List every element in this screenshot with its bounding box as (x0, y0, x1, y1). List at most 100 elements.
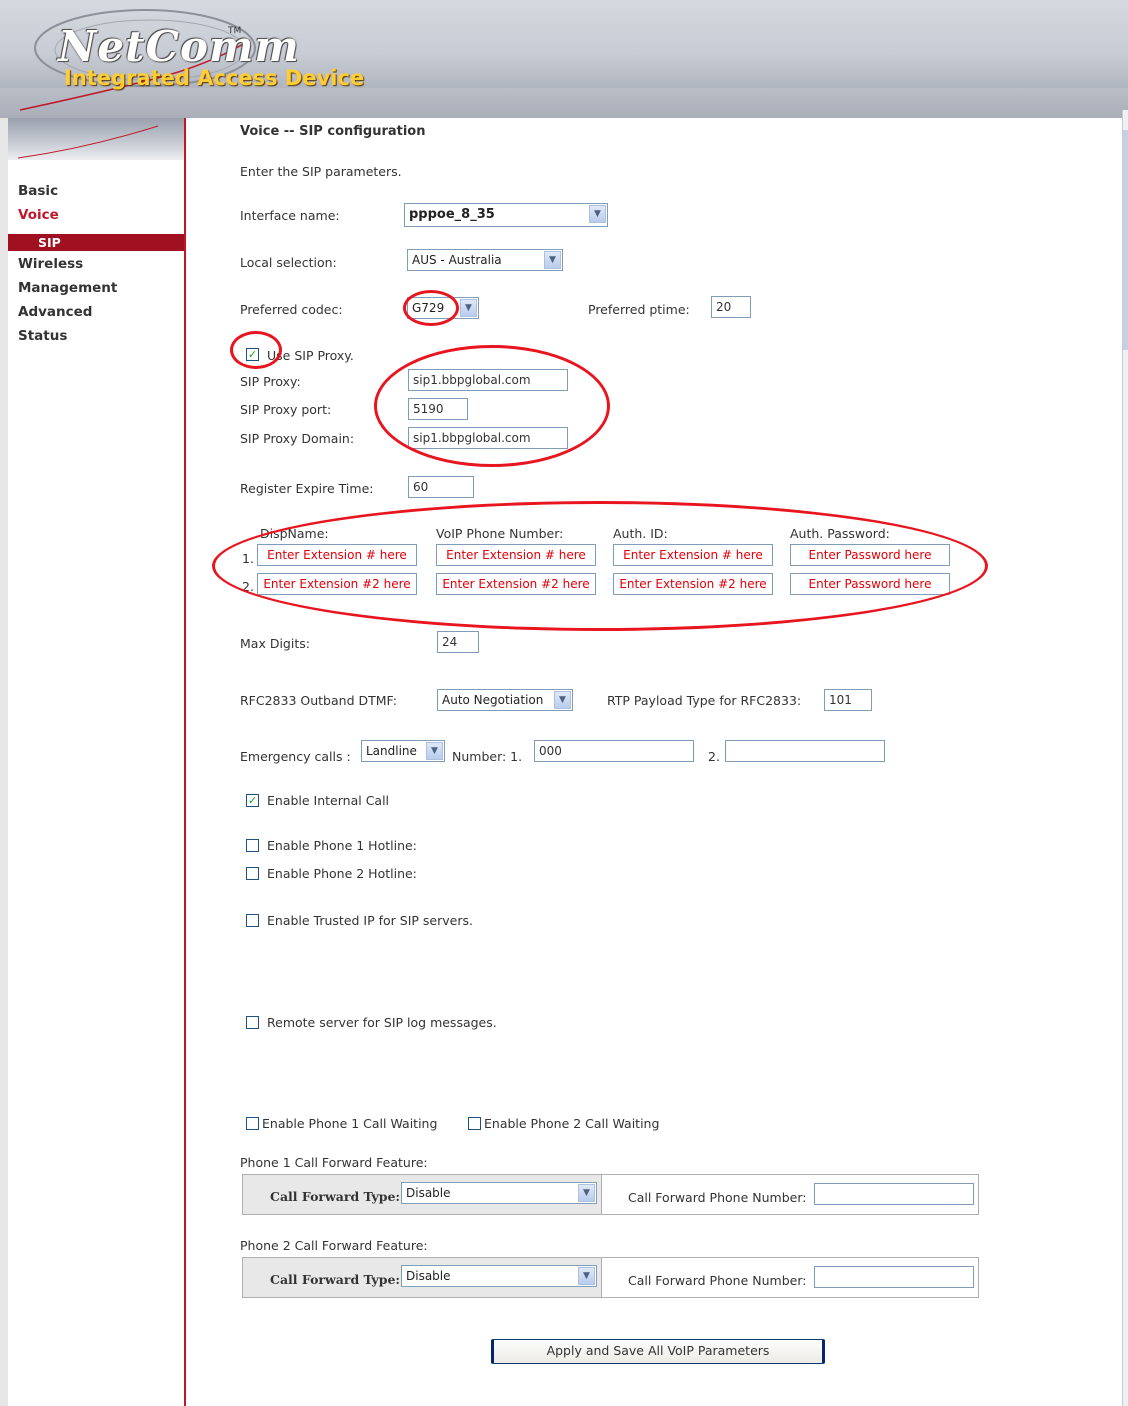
forward-1-panel: Call Forward Type: Disable ▼ Call Forwar… (242, 1174, 979, 1215)
call-waiting-2-checkbox[interactable] (468, 1117, 481, 1130)
interface-select[interactable]: pppoe_8_35 ▼ (404, 203, 608, 227)
page-title: Voice -- SIP configuration (240, 124, 426, 139)
locale-label: Local selection: (240, 255, 337, 270)
auth-id-input-2[interactable]: Enter Extension #2 here (613, 573, 773, 595)
row-number: 2. (242, 579, 254, 594)
emergency-number-2-label: 2. (708, 749, 720, 764)
sidebar-item-management[interactable]: Management (18, 280, 117, 296)
proxy-port-input[interactable]: 5190 (408, 398, 468, 420)
emergency-number-label: Number: 1. (452, 749, 523, 764)
product-title: Integrated Access Device (64, 66, 365, 90)
forward-2-number-label: Call Forward Phone Number: (628, 1273, 807, 1288)
chevron-down-icon: ▼ (578, 1184, 595, 1202)
hotline-1-label: Enable Phone 1 Hotline: (267, 838, 417, 853)
emergency-type-value: Landline (366, 744, 417, 758)
netcomm-logo: NetComm (58, 22, 300, 71)
password-input-2[interactable]: Enter Password here (790, 573, 950, 595)
forward-2-panel: Call Forward Type: Disable ▼ Call Forwar… (242, 1257, 979, 1298)
forward-2-type-label: Call Forward Type: (270, 1272, 401, 1287)
password-input-1[interactable]: Enter Password here (790, 544, 950, 566)
dispname-input-2[interactable]: Enter Extension #2 here (257, 573, 417, 595)
internal-call-label: Enable Internal Call (267, 793, 390, 808)
annotation-circle-accounts (212, 501, 988, 631)
call-waiting-1-checkbox[interactable] (246, 1117, 259, 1130)
ptime-label: Preferred ptime: (588, 302, 690, 317)
use-proxy-checkbox[interactable]: ✓ (246, 348, 259, 361)
proxy-domain-input[interactable]: sip1.bbpglobal.com (408, 427, 568, 449)
sidebar-item-basic[interactable]: Basic (18, 183, 58, 199)
forward-1-number-label: Call Forward Phone Number: (628, 1190, 807, 1205)
chevron-down-icon: ▼ (460, 299, 477, 317)
proxy-label: SIP Proxy: (240, 374, 301, 389)
forward-2-number-input[interactable] (814, 1266, 974, 1288)
auth-id-input-1[interactable]: Enter Extension # here (613, 544, 773, 566)
interface-label: Interface name: (240, 208, 340, 223)
max-digits-label: Max Digits: (240, 636, 310, 651)
col-header-auth-id: Auth. ID: (613, 526, 668, 541)
forward-1-number-cell: Call Forward Phone Number: (602, 1175, 978, 1214)
chevron-down-icon: ▼ (578, 1267, 595, 1285)
forward-2-type-value: Disable (406, 1269, 451, 1283)
sidebar-header-art (8, 118, 184, 160)
dispname-input-1[interactable]: Enter Extension # here (257, 544, 417, 566)
dtmf-label: RFC2833 Outband DTMF: (240, 693, 397, 708)
trusted-ip-label: Enable Trusted IP for SIP servers. (267, 913, 473, 928)
sidebar-item-sip[interactable]: SIP (8, 234, 184, 251)
page-scrollbar[interactable] (1122, 110, 1128, 1406)
use-proxy-label: Use SIP Proxy. (267, 348, 354, 363)
forward-2-type-select[interactable]: Disable ▼ (401, 1265, 597, 1287)
codec-label: Preferred codec: (240, 302, 343, 317)
apply-save-button[interactable]: Apply and Save All VoIP Parameters (491, 1339, 825, 1364)
expire-label: Register Expire Time: (240, 481, 374, 496)
proxy-input[interactable]: sip1.bbpglobal.com (408, 369, 568, 391)
col-header-phone: VoIP Phone Number: (436, 526, 564, 541)
sidebar-item-wireless[interactable]: Wireless (18, 256, 83, 272)
trusted-ip-checkbox[interactable] (246, 914, 259, 927)
max-digits-input[interactable]: 24 (437, 631, 479, 653)
col-header-password: Auth. Password: (790, 526, 890, 541)
emergency-type-select[interactable]: Landline ▼ (361, 740, 445, 762)
call-waiting-1-label: Enable Phone 1 Call Waiting (262, 1116, 438, 1131)
row-number: 1. (242, 551, 254, 566)
phone-number-input-2[interactable]: Enter Extension #2 here (436, 573, 596, 595)
sidebar-item-voice[interactable]: Voice (18, 207, 59, 223)
codec-select[interactable]: G729 ▼ (407, 297, 479, 319)
dtmf-select[interactable]: Auto Negotiation ▼ (437, 689, 573, 711)
emergency-number-2-input[interactable] (725, 740, 885, 762)
hotline-1-checkbox[interactable] (246, 839, 259, 852)
call-waiting-2-label: Enable Phone 2 Call Waiting (484, 1116, 660, 1131)
app-header: NetComm TM Integrated Access Device (0, 0, 1128, 118)
chevron-down-icon: ▼ (554, 691, 571, 709)
forward-2-number-cell: Call Forward Phone Number: (602, 1258, 978, 1297)
hotline-2-label: Enable Phone 2 Hotline: (267, 866, 417, 881)
internal-call-checkbox[interactable]: ✓ (246, 794, 259, 807)
proxy-domain-label: SIP Proxy Domain: (240, 431, 355, 446)
forward-1-type-label: Call Forward Type: (270, 1189, 401, 1204)
scrollbar-thumb[interactable] (1123, 130, 1128, 350)
sidebar-item-advanced[interactable]: Advanced (18, 304, 92, 320)
chevron-down-icon: ▼ (426, 742, 443, 760)
proxy-port-label: SIP Proxy port: (240, 402, 332, 417)
locale-select[interactable]: AUS - Australia ▼ (407, 249, 563, 271)
ptime-input[interactable]: 20 (711, 296, 751, 318)
interface-select-value: pppoe_8_35 (409, 207, 495, 222)
sidebar-item-status[interactable]: Status (18, 328, 67, 344)
page-subtitle: Enter the SIP parameters. (240, 164, 402, 179)
emergency-label: Emergency calls : (240, 749, 351, 764)
col-header-dispname: DispName: (260, 526, 329, 541)
payload-input[interactable]: 101 (824, 689, 872, 711)
expire-input[interactable]: 60 (408, 476, 474, 498)
emergency-number-1-input[interactable]: 000 (534, 740, 694, 762)
locale-select-value: AUS - Australia (412, 253, 502, 267)
forward-1-section-label: Phone 1 Call Forward Feature: (240, 1155, 428, 1170)
remote-log-checkbox[interactable] (246, 1016, 259, 1029)
forward-1-number-input[interactable] (814, 1183, 974, 1205)
hotline-2-checkbox[interactable] (246, 867, 259, 880)
forward-2-section-label: Phone 2 Call Forward Feature: (240, 1238, 428, 1253)
chevron-down-icon: ▼ (589, 205, 606, 223)
logo-trademark: TM (228, 26, 242, 36)
forward-1-type-select[interactable]: Disable ▼ (401, 1182, 597, 1204)
phone-number-input-1[interactable]: Enter Extension # here (436, 544, 596, 566)
dtmf-select-value: Auto Negotiation (442, 693, 544, 707)
chevron-down-icon: ▼ (544, 251, 561, 269)
